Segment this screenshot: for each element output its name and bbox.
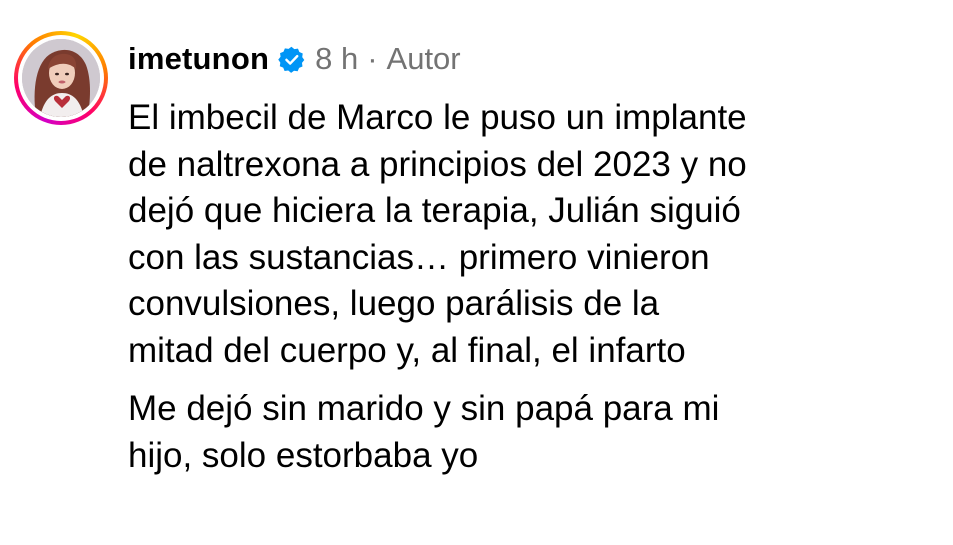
comment-line: El imbecil de Marco le puso un implante: [128, 98, 747, 137]
comment-header: imetunon 8 h · Autor: [128, 37, 461, 81]
comment-line: hijo, solo estorbaba yo: [128, 435, 479, 475]
comment-timestamp: 8 h: [315, 41, 359, 76]
comment-line: Me dejó sin marido y sin papá para mi: [128, 389, 720, 428]
comment-line: con las sustancias… primero vinieron: [128, 237, 710, 277]
comment-paragraph-2: Me dejó sin marido y sin papá para mi hi…: [128, 386, 928, 479]
author-label: Autor: [386, 41, 461, 76]
comment: imetunon 8 h · Autor El imbecil de Marco…: [0, 0, 953, 545]
comment-text: El imbecil de Marco le puso un implante …: [128, 95, 928, 479]
avatar[interactable]: [22, 39, 100, 117]
avatar-story-ring[interactable]: [14, 31, 108, 125]
meta-separator: ·: [367, 41, 378, 76]
comment-line: convulsiones, luego parálisis de la: [128, 284, 660, 323]
comment-paragraph-1: El imbecil de Marco le puso un implante …: [128, 95, 928, 374]
verified-badge-icon: [278, 46, 305, 73]
comment-line: mitad del cuerpo y, al final, el infarto: [128, 330, 686, 370]
username[interactable]: imetunon: [128, 41, 269, 77]
comment-line: dejó que hiciera la terapia, Julián sigu…: [128, 191, 741, 230]
avatar-photo: [22, 39, 100, 117]
comment-line: de naltrexona a principios del 2023 y no: [128, 144, 747, 184]
avatar-ring-gap: [18, 35, 104, 121]
